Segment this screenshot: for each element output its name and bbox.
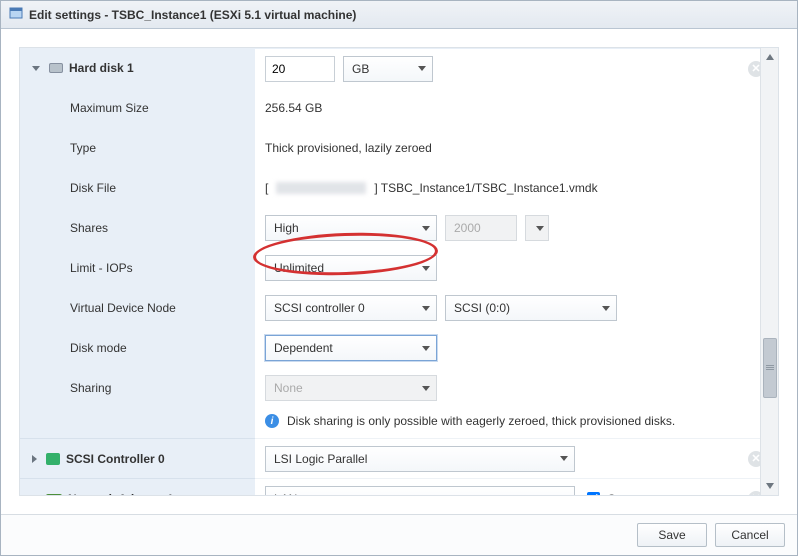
sharing-info-row: i Disk sharing is only possible with eag… [255,408,778,438]
caret-icon [418,66,426,71]
type-label: Type [20,128,255,168]
connect-checkbox[interactable] [587,492,600,495]
scsi-header[interactable]: SCSI Controller 0 [20,438,255,478]
iops-limit-select[interactable]: Unlimited [265,255,437,281]
vertical-scrollbar[interactable] [760,48,778,495]
caret-icon [422,226,430,231]
network-select[interactable]: LAN [265,486,575,496]
sharing-select: None [265,375,437,401]
shares-value-spinner [525,215,549,241]
network-adapter-icon [46,494,62,496]
vdn-cell: SCSI controller 0 SCSI (0:0) [255,288,778,328]
vdn-controller-label: SCSI controller 0 [274,301,365,315]
scsi-cell: LSI Logic Parallel ✕ [255,438,778,478]
scroll-up-button[interactable] [761,48,778,66]
max-size-value: 256.54 GB [255,88,778,128]
sharing-label: Sharing [20,368,255,408]
network-cell: LAN Connect ✕ [255,478,778,495]
content-area: Hard disk 1 GB ✕ Maximum Size [1,29,797,514]
type-value: Thick provisioned, lazily zeroed [255,128,778,168]
shares-value-select: 2000 [445,215,517,241]
network-value-label: LAN [274,492,297,496]
shares-value-label: 2000 [454,221,481,235]
caret-icon [422,266,430,271]
iops-cell: Unlimited [255,248,778,288]
disk-file-value: [] TSBC_Instance1/TSBC_Instance1.vmdk [255,168,778,208]
network-header[interactable]: Network Adapter 1 [20,478,255,495]
hard-disk-header[interactable]: Hard disk 1 [20,48,255,88]
disk-size-input[interactable] [265,56,335,82]
edit-settings-dialog: Edit settings - TSBC_Instance1 (ESXi 5.1… [0,0,798,556]
sharing-info-text: Disk sharing is only possible with eager… [287,414,675,428]
sharing-value-label: None [274,381,303,395]
iops-value-label: Unlimited [274,261,324,275]
window-icon [9,6,23,23]
caret-icon [422,346,430,351]
connect-label: Connect [607,492,652,496]
settings-grid: Hard disk 1 GB ✕ Maximum Size [20,48,778,495]
connect-checkbox-wrap[interactable]: Connect [583,489,652,495]
save-button[interactable]: Save [637,523,707,547]
vdn-controller-select[interactable]: SCSI controller 0 [265,295,437,321]
disk-size-unit-label: GB [352,62,369,76]
disk-mode-label: Disk mode [20,328,255,368]
vdn-slot-select[interactable]: SCSI (0:0) [445,295,617,321]
iops-label: Limit - IOPs [20,248,255,288]
settings-panel: Hard disk 1 GB ✕ Maximum Size [19,47,779,496]
vdn-label: Virtual Device Node [20,288,255,328]
disk-mode-select[interactable]: Dependent [265,335,437,361]
shares-label: Shares [20,208,255,248]
vdn-slot-label: SCSI (0:0) [454,301,510,315]
cancel-button[interactable]: Cancel [715,523,785,547]
scsi-type-label: LSI Logic Parallel [274,452,367,466]
scsi-type-select[interactable]: LSI Logic Parallel [265,446,575,472]
disk-mode-value-label: Dependent [274,341,333,355]
caret-icon [536,226,544,231]
datastore-redacted [276,182,366,194]
hard-disk-label: Hard disk 1 [69,61,134,75]
disk-size-unit-select[interactable]: GB [343,56,433,82]
disk-mode-cell: Dependent [255,328,778,368]
chevron-right-icon [32,495,37,496]
scsi-controller-icon [46,453,60,465]
disk-file-label: Disk File [20,168,255,208]
scroll-thumb[interactable] [763,338,777,398]
shares-cell: High 2000 [255,208,778,248]
title-bar: Edit settings - TSBC_Instance1 (ESXi 5.1… [1,1,797,29]
chevron-down-icon [32,66,40,71]
network-label: Network Adapter 1 [68,492,174,496]
shares-level-label: High [274,221,299,235]
shares-level-select[interactable]: High [265,215,437,241]
window-title: Edit settings - TSBC_Instance1 (ESXi 5.1… [29,8,356,22]
chevron-right-icon [32,455,37,463]
scsi-label: SCSI Controller 0 [66,452,165,466]
sharing-cell: None [255,368,778,408]
caret-icon [602,306,610,311]
info-icon: i [265,414,279,428]
caret-icon [560,456,568,461]
dialog-footer: Save Cancel [1,514,797,555]
caret-icon [422,306,430,311]
hard-disk-icon [49,63,63,73]
hard-disk-size-cell: GB ✕ [255,48,778,88]
caret-icon [422,386,430,391]
scroll-down-button[interactable] [761,477,778,495]
max-size-label: Maximum Size [20,88,255,128]
